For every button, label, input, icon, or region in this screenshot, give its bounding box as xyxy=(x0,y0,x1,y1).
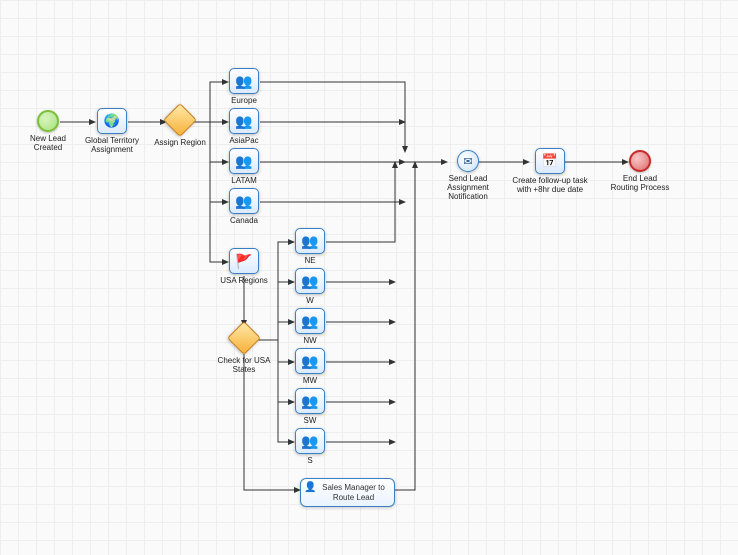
usa-regions-label: USA Regions xyxy=(220,276,268,285)
task-ne[interactable]: NE xyxy=(280,228,340,265)
check-usa-label: Check for USA States xyxy=(214,356,274,374)
start-event-label: New Lead Created xyxy=(18,134,78,152)
task-latam[interactable]: LATAM xyxy=(214,148,274,185)
global-territory-label: Global Territory Assignment xyxy=(82,136,142,154)
followup-label: Create follow-up task with +8hr due date xyxy=(510,176,590,194)
task-sw[interactable]: SW xyxy=(280,388,340,425)
latam-label: LATAM xyxy=(231,176,256,185)
mw-label: MW xyxy=(303,376,317,385)
people-icon xyxy=(295,348,325,374)
people-icon xyxy=(295,388,325,414)
task-asiapac[interactable]: AsiaPac xyxy=(214,108,274,145)
start-event[interactable]: New Lead Created xyxy=(18,110,78,152)
people-icon xyxy=(229,148,259,174)
assign-region-label: Assign Region xyxy=(154,138,206,147)
flag-icon xyxy=(229,248,259,274)
s-label: S xyxy=(307,456,312,465)
people-icon xyxy=(229,68,259,94)
task-w[interactable]: W xyxy=(280,268,340,305)
diamond-icon xyxy=(227,321,261,355)
gateway-assign-region[interactable]: Assign Region xyxy=(150,108,210,147)
people-icon xyxy=(295,228,325,254)
people-icon xyxy=(295,308,325,334)
asiapac-label: AsiaPac xyxy=(229,136,258,145)
subprocess-sales-manager[interactable]: Sales Manager to Route Lead xyxy=(300,478,395,507)
sales-manager-label: Sales Manager to Route Lead xyxy=(322,483,385,502)
canada-label: Canada xyxy=(230,216,258,225)
task-followup[interactable]: Create follow-up task with +8hr due date xyxy=(510,148,590,194)
nw-label: NW xyxy=(303,336,316,345)
end-event[interactable]: End Lead Routing Process xyxy=(610,150,670,192)
calendar-icon xyxy=(535,148,565,174)
europe-label: Europe xyxy=(231,96,257,105)
task-europe[interactable]: Europe xyxy=(214,68,274,105)
people-icon xyxy=(229,108,259,134)
sw-label: SW xyxy=(304,416,317,425)
envelope-icon: ✉ xyxy=(457,150,479,172)
flow-connectors xyxy=(0,0,738,555)
gateway-check-usa[interactable]: Check for USA States xyxy=(214,326,274,374)
task-s[interactable]: S xyxy=(280,428,340,465)
task-global-territory[interactable]: Global Territory Assignment xyxy=(82,108,142,154)
task-nw[interactable]: NW xyxy=(280,308,340,345)
diamond-icon xyxy=(163,103,197,137)
ne-label: NE xyxy=(304,256,315,265)
end-event-icon xyxy=(629,150,651,172)
people-icon xyxy=(295,268,325,294)
task-canada[interactable]: Canada xyxy=(214,188,274,225)
task-mw[interactable]: MW xyxy=(280,348,340,385)
end-event-label: End Lead Routing Process xyxy=(610,174,670,192)
people-icon xyxy=(229,188,259,214)
event-send-notification[interactable]: ✉ Send Lead Assignment Notification xyxy=(428,150,508,202)
w-label: W xyxy=(306,296,314,305)
globe-icon xyxy=(97,108,127,134)
people-icon xyxy=(295,428,325,454)
start-event-icon xyxy=(37,110,59,132)
task-usa-regions[interactable]: USA Regions xyxy=(214,248,274,285)
send-notification-label: Send Lead Assignment Notification xyxy=(428,174,508,202)
